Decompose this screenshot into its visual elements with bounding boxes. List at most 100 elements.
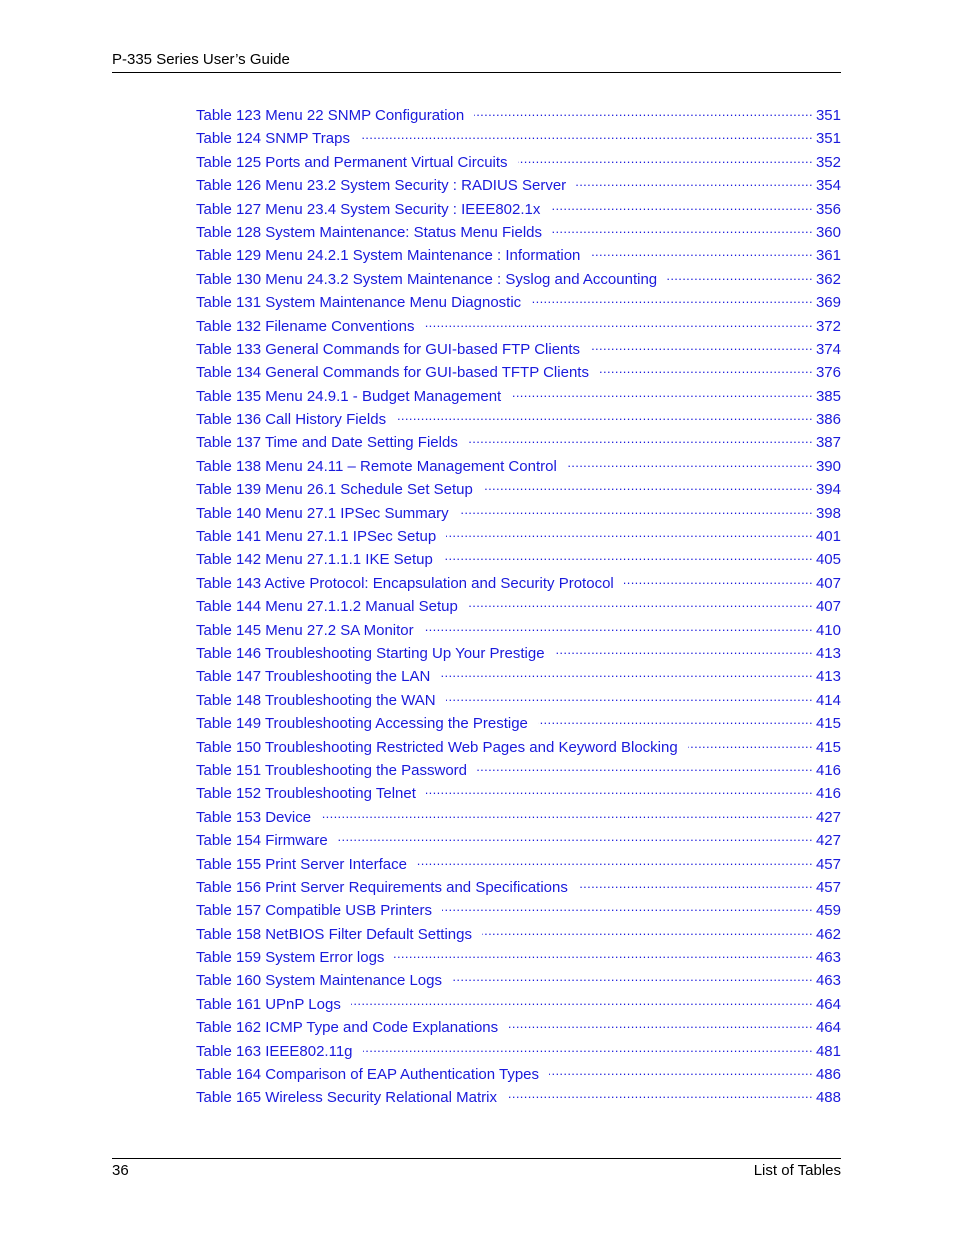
toc-entry-page: 372 [815,317,841,335]
toc-entry[interactable]: Table 139 Menu 26.1 Schedule Set Setup 39… [196,480,841,503]
toc-entry[interactable]: Table 132 Filename Conventions 372 [196,317,841,340]
toc-entry-page: 459 [815,902,841,920]
toc-entry[interactable]: Table 128 System Maintenance: Status Men… [196,223,841,246]
toc-entry[interactable]: Table 145 Menu 27.2 SA Monitor 410 [196,621,841,644]
toc-entry-title: Table 162 ICMP Type and Code Explanation… [196,1019,499,1037]
toc-entry-title: Table 145 Menu 27.2 SA Monitor [196,621,414,639]
dot-leader [459,504,813,518]
toc-entry[interactable]: Table 142 Menu 27.1.1.1 IKE Setup 405 [196,550,841,573]
toc-entry-page: 463 [815,972,841,990]
toc-entry-title: Table 126 Menu 23.2 System Security : RA… [196,177,567,195]
dot-leader [555,644,813,658]
toc-entry[interactable]: Table 138 Menu 24.11 – Remote Management… [196,457,841,480]
toc-entry-title: Table 150 Troubleshooting Restricted Web… [196,738,678,756]
toc-entry[interactable]: Table 126 Menu 23.2 System Security : RA… [196,176,841,199]
dot-leader [468,433,813,447]
toc-entry[interactable]: Table 130 Menu 24.3.2 System Maintenance… [196,270,841,293]
toc-entry[interactable]: Table 163 IEEE802.11g 481 [196,1042,841,1065]
dot-leader [477,761,813,775]
toc-entry[interactable]: Table 150 Troubleshooting Restricted Web… [196,738,841,761]
dot-leader [550,200,813,214]
dot-leader [394,948,813,962]
toc-entry[interactable]: Table 162 ICMP Type and Code Explanation… [196,1018,841,1041]
toc-entry-page: 415 [815,715,841,733]
toc-entry[interactable]: Table 127 Menu 23.4 System Security : IE… [196,200,841,223]
toc-entry-page: 369 [815,294,841,312]
toc-entry[interactable]: Table 124 SNMP Traps 351 [196,129,841,152]
toc-entry[interactable]: Table 151 Troubleshooting the Password 41… [196,761,841,784]
toc-entry[interactable]: Table 146 Troubleshooting Starting Up Yo… [196,644,841,667]
toc-entry[interactable]: Table 161 UPnP Logs 464 [196,995,841,1018]
toc-entry-title: Table 138 Menu 24.11 – Remote Management… [196,457,557,475]
page-number: 36 [112,1162,129,1179]
toc-entry[interactable]: Table 125 Ports and Permanent Virtual Ci… [196,153,841,176]
toc-entry-page: 374 [815,340,841,358]
toc-entry-title: Table 127 Menu 23.4 System Security : IE… [196,200,541,218]
toc-entry-title: Table 149 Troubleshooting Accessing the … [196,715,528,733]
toc-entry[interactable]: Table 135 Menu 24.9.1 - Budget Managemen… [196,387,841,410]
toc-entry-page: 462 [815,925,841,943]
toc-entry-page: 414 [815,691,841,709]
toc-entry-title: Table 163 IEEE802.11g [196,1042,353,1060]
toc-entry[interactable]: Table 155 Print Server Interface 457 [196,855,841,878]
toc-entry[interactable]: Table 154 Firmware 427 [196,831,841,854]
dot-leader [426,784,813,798]
dot-leader [474,106,813,120]
toc-entry[interactable]: Table 152 Troubleshooting Telnet 416 [196,784,841,807]
toc-entry-title: Table 128 System Maintenance: Status Men… [196,223,543,241]
toc-entry-page: 457 [815,855,841,873]
dot-leader [518,153,813,167]
toc-entry[interactable]: Table 134 General Commands for GUI-based… [196,363,841,386]
toc-entry[interactable]: Table 133 General Commands for GUI-based… [196,340,841,363]
dot-leader [360,129,813,143]
toc-entry[interactable]: Table 156 Print Server Requirements and … [196,878,841,901]
toc-entry[interactable]: Table 157 Compatible USB Printers 459 [196,901,841,924]
dot-leader [482,925,813,939]
toc-entry[interactable]: Table 159 System Error logs 463 [196,948,841,971]
toc-entry-page: 464 [815,1019,841,1037]
toc-entry-title: Table 146 Troubleshooting Starting Up Yo… [196,644,545,662]
toc-entry[interactable]: Table 144 Menu 27.1.1.2 Manual Setup 407 [196,597,841,620]
toc-entry-title: Table 161 UPnP Logs [196,995,341,1013]
toc-entry[interactable]: Table 164 Comparison of EAP Authenticati… [196,1065,841,1088]
toc-entry[interactable]: Table 153 Device 427 [196,808,841,831]
toc-entry[interactable]: Table 136 Call History Fields 386 [196,410,841,433]
dot-leader [440,667,813,681]
toc-entry[interactable]: Table 123 Menu 22 SNMP Configuration 351 [196,106,841,129]
toc-entry[interactable]: Table 141 Menu 27.1.1 IPSec Setup 401 [196,527,841,550]
toc-entry[interactable]: Table 149 Troubleshooting Accessing the … [196,714,841,737]
toc-entry[interactable]: Table 129 Menu 24.2.1 System Maintenance… [196,246,841,269]
toc-entry[interactable]: Table 137 Time and Date Setting Fields 38… [196,433,841,456]
toc-entry-title: Table 132 Filename Conventions [196,317,415,335]
toc-entry-page: 401 [815,528,841,546]
toc-entry-page: 407 [815,598,841,616]
dot-leader [351,995,813,1009]
dot-leader [446,691,813,705]
page-footer: 36 List of Tables [112,1158,841,1183]
document-title: P-335 Series User’s Guide [112,51,290,68]
toc-entry-page: 351 [815,107,841,124]
toc-entry-title: Table 143 Active Protocol: Encapsulation… [196,574,614,592]
toc-entry[interactable]: Table 165 Wireless Security Relational M… [196,1088,841,1111]
toc-entry[interactable]: Table 143 Active Protocol: Encapsulation… [196,574,841,597]
dot-leader [590,246,813,260]
dot-leader [424,621,813,635]
dot-leader [483,480,813,494]
dot-leader [396,410,813,424]
toc-entry[interactable]: Table 160 System Maintenance Logs 463 [196,971,841,994]
toc-entry-title: Table 153 Device [196,808,312,826]
toc-entry[interactable]: Table 148 Troubleshooting the WAN 414 [196,691,841,714]
dot-leader [599,363,813,377]
toc-entry[interactable]: Table 131 System Maintenance Menu Diagno… [196,293,841,316]
toc-entry[interactable]: Table 158 NetBIOS Filter Default Setting… [196,925,841,948]
toc-entry-page: 486 [815,1066,841,1084]
toc-entry-title: Table 133 General Commands for GUI-based… [196,340,581,358]
toc-entry[interactable]: Table 147 Troubleshooting the LAN 413 [196,667,841,690]
toc-entry-page: 387 [815,434,841,452]
toc-entry-title: Table 141 Menu 27.1.1 IPSec Setup [196,528,437,546]
dot-leader [446,527,813,541]
toc-entry[interactable]: Table 140 Menu 27.1 IPSec Summary 398 [196,504,841,527]
toc-entry-title: Table 164 Comparison of EAP Authenticati… [196,1066,540,1084]
toc-entry-title: Table 160 System Maintenance Logs [196,972,442,990]
toc-entry-title: Table 144 Menu 27.1.1.2 Manual Setup [196,598,458,616]
